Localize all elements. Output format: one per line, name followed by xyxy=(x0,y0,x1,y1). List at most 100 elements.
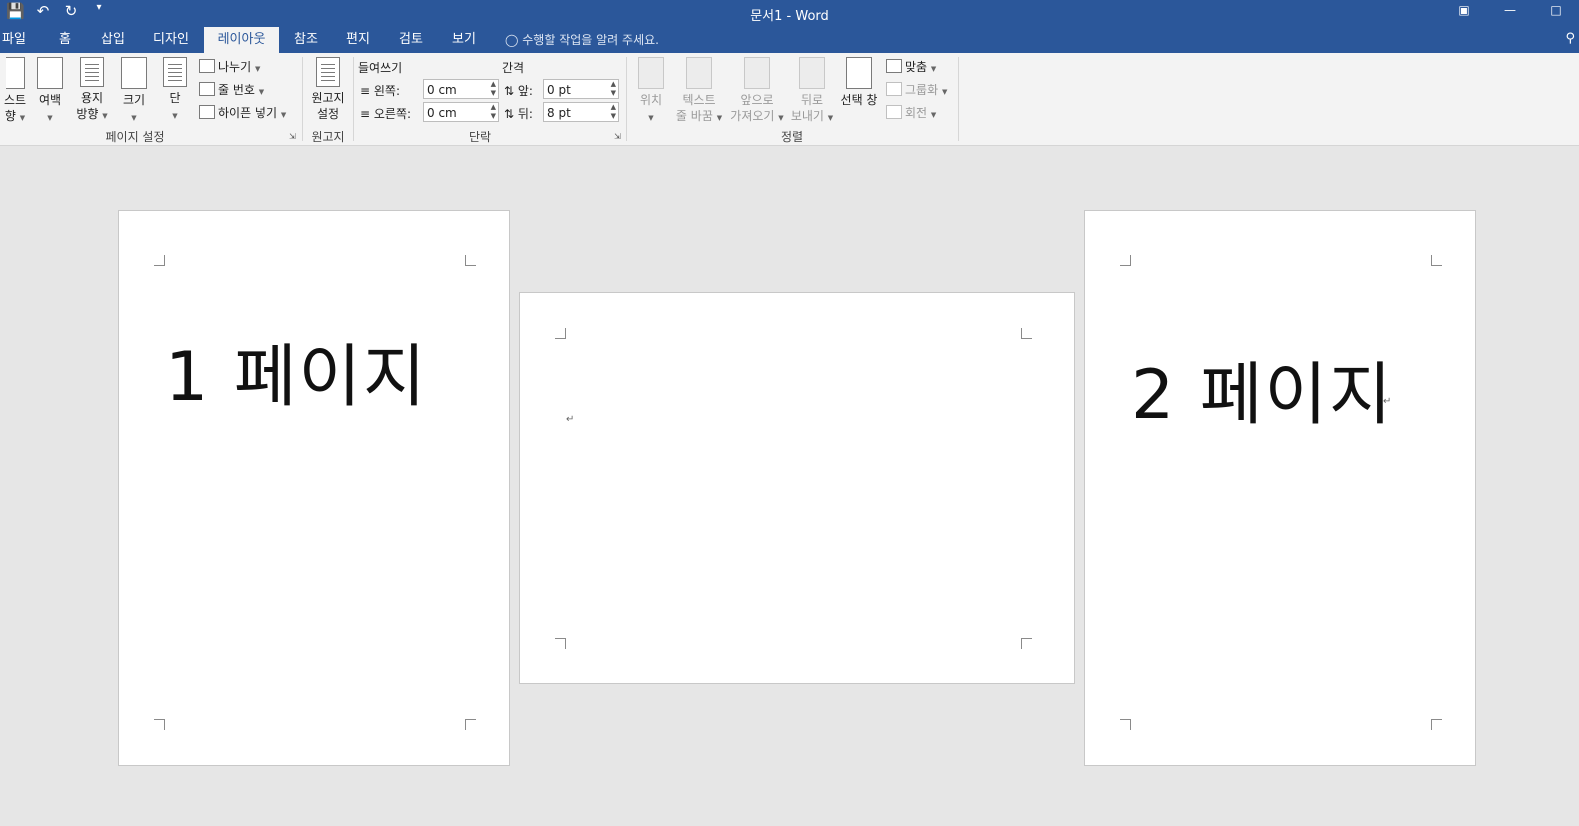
maximize-icon[interactable]: □ xyxy=(1533,0,1579,22)
position-icon xyxy=(638,57,664,89)
columns-label: 단 xyxy=(169,91,181,105)
margins-button[interactable]: 여백 ▼ xyxy=(35,57,65,126)
line-numbers-button[interactable]: 줄 번호 ▼ xyxy=(199,81,264,98)
size-button[interactable]: 크기 ▼ xyxy=(118,57,150,126)
margin-corner-mark xyxy=(1021,328,1032,339)
spinner-icon[interactable]: ▲ ▼ xyxy=(611,80,616,98)
breaks-button[interactable]: 나누기 ▼ xyxy=(199,58,260,75)
text-direction-label: 스트 xyxy=(3,93,27,107)
indent-right-input[interactable]: 0 cm ▲ ▼ xyxy=(423,102,499,122)
tab-review[interactable]: 검토 xyxy=(393,27,429,53)
ribbon-tab-bar: 파일 홈 삽입 디자인 레이아웃 참조 편지 검토 보기 ◯ 수행할 작업을 알… xyxy=(0,27,1579,53)
manuscript-settings-button[interactable]: 원고지 설정 xyxy=(306,57,350,122)
bring-forward-icon xyxy=(744,57,770,89)
margin-corner-mark xyxy=(1120,719,1131,730)
spacing-after-label: ⇅ 뒤: xyxy=(504,105,533,122)
paragraph-launcher-icon[interactable]: ⇲ xyxy=(614,132,621,141)
margin-corner-mark xyxy=(465,255,476,266)
document-page-landscape[interactable]: ↵ xyxy=(519,292,1075,684)
ribbon-display-options-icon[interactable]: ▣ xyxy=(1441,0,1487,22)
orientation-label: 용지 xyxy=(80,91,104,105)
orientation-button[interactable]: 용지 방향 ▼ xyxy=(72,57,112,124)
margin-corner-mark xyxy=(1431,255,1442,266)
hyphenation-icon xyxy=(199,105,215,119)
page-1-heading[interactable]: 1 페이지 xyxy=(165,321,428,420)
tab-references[interactable]: 참조 xyxy=(288,27,324,53)
wrap-text-label: 텍스트 xyxy=(682,93,716,107)
spacing-before-value: 0 pt xyxy=(547,83,571,97)
tab-design[interactable]: 디자인 xyxy=(148,27,194,53)
tell-me-box[interactable]: ◯ 수행할 작업을 알려 주세요. xyxy=(505,27,659,53)
spacing-before-label: ⇅ 앞: xyxy=(504,82,533,99)
minimize-icon[interactable]: — xyxy=(1487,0,1533,22)
title-bar: 💾 ↶ ↻ ▾ 문서1 - Word ▣ — □ xyxy=(0,0,1579,27)
margin-corner-mark xyxy=(1120,255,1131,266)
page-2-heading[interactable]: 2 페이지 xyxy=(1131,339,1394,438)
bring-forward-label-2: 가져오기 xyxy=(730,109,775,123)
group-separator xyxy=(302,57,303,141)
document-page-1[interactable]: 1 페이지 xyxy=(118,210,510,766)
manuscript-button-label: 원고지 xyxy=(311,91,345,105)
spinner-icon[interactable]: ▲ ▼ xyxy=(611,103,616,121)
margins-label: 여백 xyxy=(38,93,62,107)
paragraph-mark: ↵ xyxy=(1383,396,1392,407)
margin-corner-mark xyxy=(1021,638,1032,649)
margin-corner-mark xyxy=(1431,719,1442,730)
manuscript-group-label: 원고지 xyxy=(311,130,345,144)
send-backward-label: 뒤로 xyxy=(800,93,824,107)
position-button[interactable]: 위치 ▼ xyxy=(636,57,666,126)
search-icon[interactable]: ⚲ xyxy=(1565,31,1575,46)
text-direction-button[interactable]: 스트 향 ▼ xyxy=(0,57,30,126)
position-label: 위치 xyxy=(639,93,663,107)
selection-pane-button[interactable]: 선택 창 xyxy=(838,57,880,108)
hyphenation-button[interactable]: 하이픈 넣기 ▼ xyxy=(199,104,286,121)
window-controls: ▣ — □ xyxy=(1441,0,1579,22)
tab-home[interactable]: 홈 xyxy=(50,27,80,53)
spinner-icon[interactable]: ▲ ▼ xyxy=(491,103,496,121)
paragraph-mark: ↵ xyxy=(566,414,575,425)
document-page-2[interactable]: 2 페이지 ↵ xyxy=(1084,210,1476,766)
spacing-header: 간격 xyxy=(502,61,525,75)
spinner-icon[interactable]: ▲ ▼ xyxy=(491,80,496,98)
tab-mailings[interactable]: 편지 xyxy=(340,27,376,53)
wrap-text-button[interactable]: 텍스트 줄 바꿈 ▼ xyxy=(672,57,726,126)
indent-header: 들여쓰기 xyxy=(358,61,403,75)
spacing-after-icon: ⇅ xyxy=(504,107,515,121)
wrap-text-icon xyxy=(686,57,712,89)
indent-left-input[interactable]: 0 cm ▲ ▼ xyxy=(423,79,499,99)
margin-corner-mark xyxy=(465,719,476,730)
spacing-after-input[interactable]: 8 pt ▲ ▼ xyxy=(543,102,619,122)
columns-button[interactable]: 단 ▼ xyxy=(160,57,190,124)
size-label: 크기 xyxy=(122,93,146,107)
selection-pane-label: 선택 창 xyxy=(840,93,878,107)
bring-forward-button[interactable]: 앞으로 가져오기 ▼ xyxy=(727,57,787,126)
tab-view[interactable]: 보기 xyxy=(446,27,482,53)
send-backward-button[interactable]: 뒤로 보내기 ▼ xyxy=(788,57,836,126)
indent-right-label: ≡ 오른쪽: xyxy=(360,105,411,122)
text-direction-icon xyxy=(5,57,25,89)
bring-forward-label: 앞으로 xyxy=(740,93,774,107)
rotate-button[interactable]: 회전 ▼ xyxy=(886,104,936,121)
margin-corner-mark xyxy=(154,719,165,730)
tab-insert[interactable]: 삽입 xyxy=(94,27,132,53)
hyphenation-label: 하이픈 넣기 xyxy=(218,106,278,120)
indent-left-label: ≡ 왼쪽: xyxy=(360,82,400,99)
page-setup-launcher-icon[interactable]: ⇲ xyxy=(289,132,296,141)
indent-right-text: 오른쪽: xyxy=(373,107,412,121)
tab-file[interactable]: 파일 xyxy=(0,27,28,53)
align-button[interactable]: 맞춤 ▼ xyxy=(886,58,936,75)
group-separator xyxy=(353,57,354,141)
group-separator xyxy=(626,57,627,141)
indent-left-icon: ≡ xyxy=(360,84,371,98)
send-backward-label-2: 보내기 xyxy=(790,109,824,123)
spacing-after-text: 뒤: xyxy=(517,107,533,121)
group-button[interactable]: 그룹화 ▼ xyxy=(886,81,947,98)
tab-layout[interactable]: 레이아웃 xyxy=(204,27,279,53)
spacing-before-input[interactable]: 0 pt ▲ ▼ xyxy=(543,79,619,99)
manuscript-icon xyxy=(316,57,340,87)
spacing-before-icon: ⇅ xyxy=(504,84,515,98)
breaks-label: 나누기 xyxy=(218,60,252,74)
group-label: 그룹화 xyxy=(905,83,939,97)
columns-icon xyxy=(163,57,187,87)
text-direction-label-2: 향 xyxy=(4,109,16,123)
